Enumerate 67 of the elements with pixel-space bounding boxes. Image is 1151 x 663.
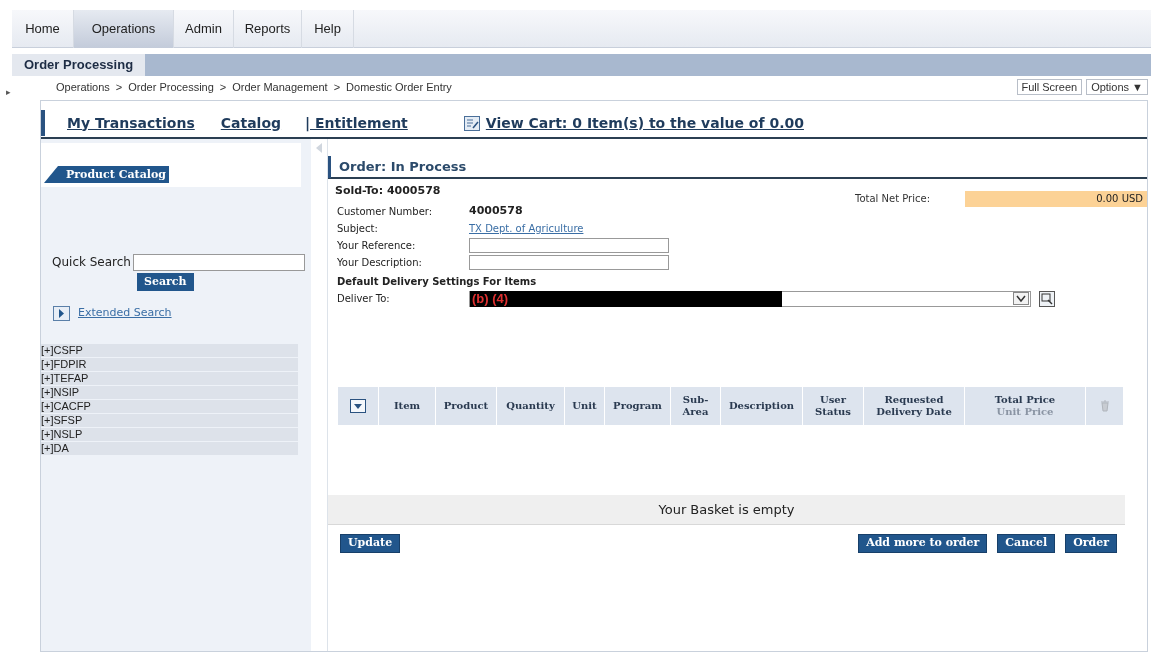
- catalog-tree-item[interactable]: [+]FDPIR: [41, 357, 299, 371]
- catalog-tree-item[interactable]: [+]NSLP: [41, 427, 299, 441]
- field-label: Your Reference:: [337, 238, 417, 253]
- nav-tab[interactable]: Operations: [74, 10, 174, 48]
- breadcrumb-link[interactable]: Order Management: [232, 78, 328, 96]
- order-action-button[interactable]: Add more to order: [858, 533, 988, 553]
- field-label: Customer Number:: [337, 204, 434, 219]
- column-header[interactable]: Program: [605, 386, 670, 425]
- subject-link[interactable]: TX Dept. of Agriculture: [469, 220, 584, 236]
- catalog-tree-item[interactable]: [+]CACFP: [41, 399, 299, 413]
- catalog-tree-item[interactable]: [+]CSFP: [41, 343, 299, 357]
- side-panel-toggle[interactable]: ▸: [6, 86, 18, 100]
- deliver-to-dropdown[interactable]: (b) (4): [469, 290, 1031, 307]
- column-header[interactable]: Total Price: [994, 393, 1056, 406]
- cart-document-icon[interactable]: [463, 115, 480, 131]
- view-cart-link[interactable]: View Cart: 0 Item(s) to the value of 0.00: [485, 112, 804, 134]
- column-header[interactable]: Requested Delivery Date: [864, 386, 964, 425]
- nav-tab[interactable]: Reports: [234, 10, 302, 48]
- redaction-label: (b) (4): [470, 290, 782, 307]
- dropdown-caret-icon[interactable]: [1013, 292, 1029, 305]
- column-header[interactable]: Description: [721, 386, 802, 425]
- breadcrumb-separator: >: [115, 79, 123, 95]
- customer-number-value: 4000578: [469, 202, 523, 219]
- column-header[interactable]: Product: [436, 386, 496, 425]
- field-label: Your Description:: [337, 255, 423, 270]
- order-action-button[interactable]: Order: [1065, 533, 1117, 553]
- column-header[interactable]: User Status: [803, 386, 863, 425]
- toolbar-button[interactable]: Full Screen: [1016, 79, 1083, 95]
- breadcrumb-link[interactable]: Domestic Order Entry: [346, 78, 452, 96]
- order-action-button[interactable]: Cancel: [997, 533, 1056, 553]
- column-header[interactable]: Quantity: [497, 386, 564, 425]
- field-label: Subject:: [337, 221, 379, 236]
- toolbar-button[interactable]: Options ▼: [1086, 79, 1148, 95]
- deliver-to-label: Deliver To:: [337, 292, 391, 306]
- delivery-settings-heading: Default Delivery Settings For Items: [337, 274, 538, 289]
- total-net-price-value: 0.00 USD: [965, 191, 1147, 207]
- update-button[interactable]: Update: [340, 533, 401, 553]
- catalog-tree-item[interactable]: [+]TEFAP: [41, 371, 299, 385]
- column-header[interactable]: Unit: [565, 386, 604, 425]
- catalog-tree-item[interactable]: [+]NSIP: [41, 385, 299, 399]
- quick-search-field[interactable]: [133, 253, 305, 271]
- breadcrumb-separator: >: [333, 79, 341, 95]
- column-header[interactable]: Item: [379, 386, 435, 425]
- nav-link[interactable]: | Entitlement: [305, 112, 408, 134]
- address-lookup-icon[interactable]: [1039, 290, 1055, 307]
- text-input-field[interactable]: [469, 237, 669, 253]
- total-net-price-label: Total Net Price:: [855, 192, 932, 206]
- extended-search-link[interactable]: Extended Search: [78, 305, 172, 322]
- sold-to-label: Sold-To: 4000578: [335, 183, 442, 199]
- search-button[interactable]: Search: [137, 273, 194, 291]
- empty-basket-message: Your Basket is empty: [328, 494, 1125, 525]
- order-processing-tab[interactable]: Order Processing: [12, 54, 146, 76]
- order-status-title: Order: In Process: [339, 158, 467, 177]
- text-input-field[interactable]: [469, 254, 669, 270]
- column-menu-icon[interactable]: [350, 398, 366, 413]
- breadcrumb-link[interactable]: Order Processing: [128, 78, 214, 96]
- nav-link[interactable]: My Transactions: [67, 112, 195, 134]
- breadcrumb-link[interactable]: Operations: [56, 78, 110, 96]
- nav-tab[interactable]: Help: [302, 10, 354, 48]
- column-header[interactable]: Sub-Area: [671, 386, 720, 425]
- nav-tab[interactable]: Admin: [174, 10, 234, 48]
- nav-link[interactable]: Catalog: [220, 112, 282, 134]
- product-catalog-tab[interactable]: Product Catalog: [44, 166, 169, 183]
- catalog-tree-item[interactable]: [+]SFSP: [41, 413, 299, 427]
- catalog-tree-item[interactable]: [+]DA: [41, 441, 299, 455]
- breadcrumb-separator: >: [219, 79, 227, 95]
- quick-search-label: Quick Search: [52, 254, 131, 271]
